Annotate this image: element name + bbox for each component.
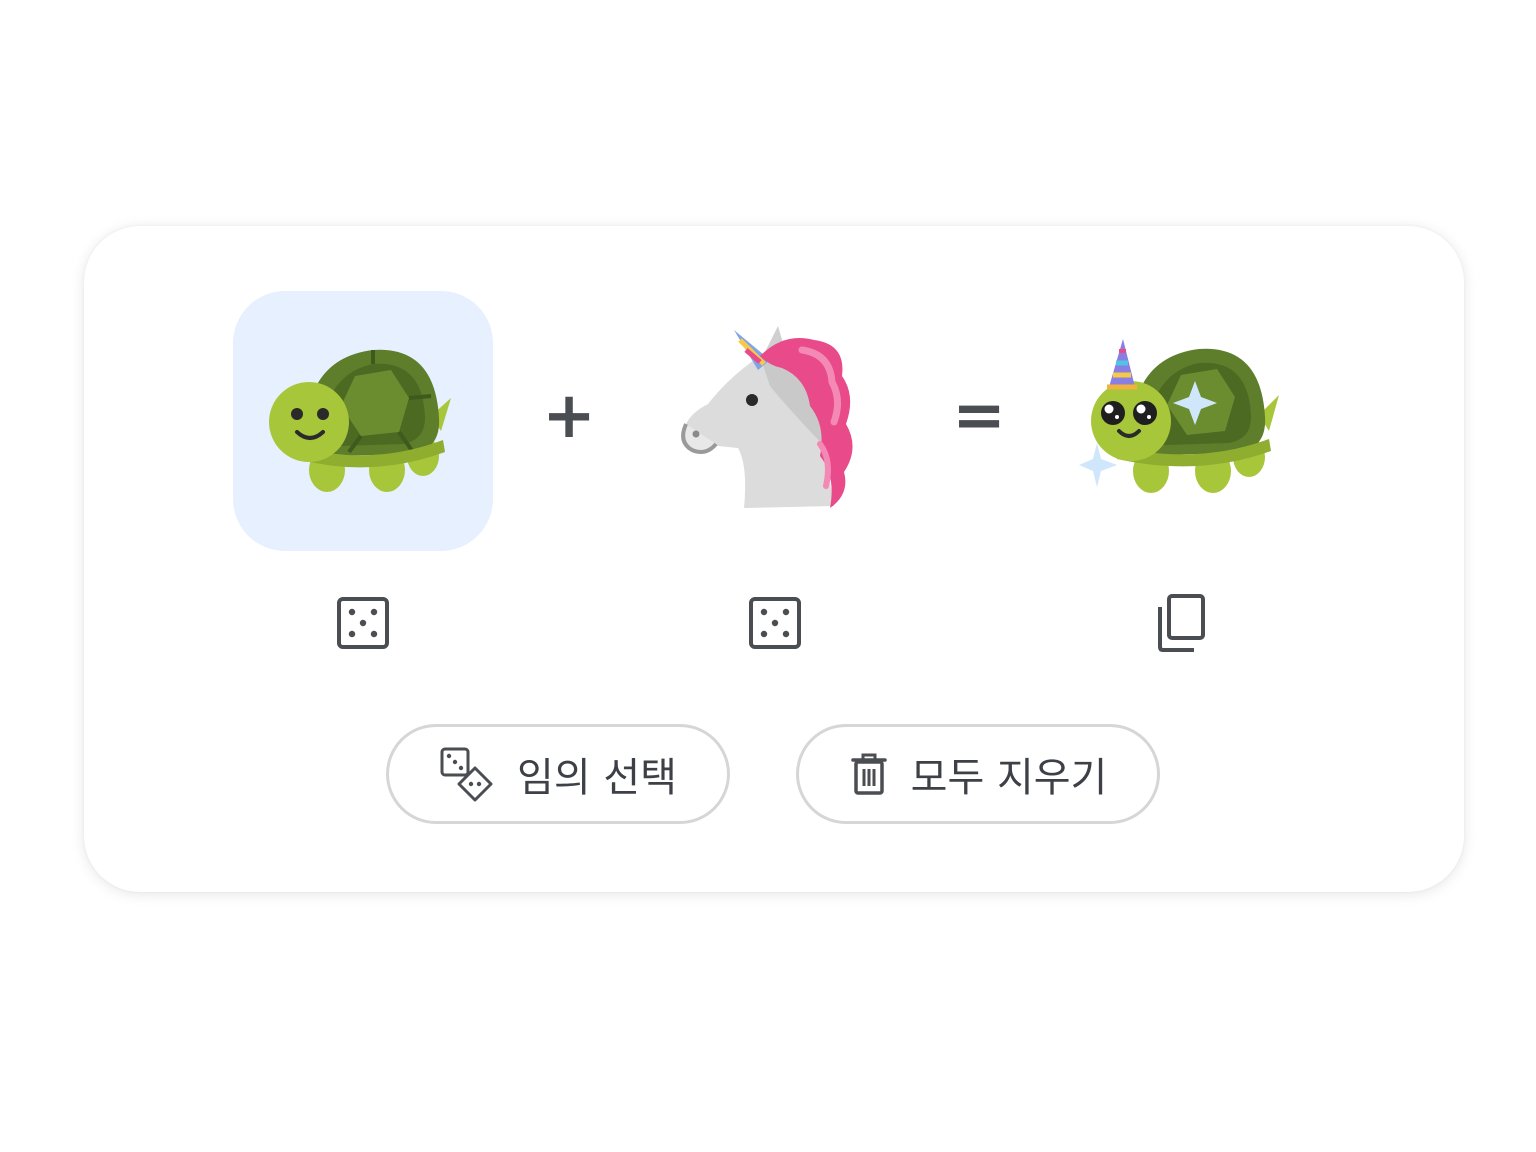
right-emoji-slot[interactable] <box>644 291 904 551</box>
clear-all-button[interactable]: 모두 지우기 <box>796 724 1160 824</box>
unicorn-emoji <box>681 326 853 508</box>
clear-all-label: 모두 지우기 <box>910 755 1108 801</box>
unicorn-turtle-emoji <box>1079 339 1279 493</box>
equals-operator: = <box>952 379 1006 453</box>
emoji-kitchen-card: + = 임의 선택 모두 지우기 <box>84 226 1464 892</box>
result-emoji-slot[interactable] <box>1054 291 1314 551</box>
dice-icon <box>749 597 801 649</box>
randomize-button[interactable]: 임의 선택 <box>386 724 730 824</box>
trash-icon <box>849 752 889 796</box>
left-emoji-slot[interactable] <box>233 291 493 551</box>
right-random-button[interactable] <box>743 591 807 655</box>
dice-pair-icon <box>439 746 495 802</box>
turtle-emoji <box>269 349 451 492</box>
left-random-button[interactable] <box>331 591 395 655</box>
plus-operator: + <box>542 379 596 453</box>
randomize-label: 임의 선택 <box>517 755 677 801</box>
dice-icon <box>337 597 389 649</box>
copy-result-button[interactable] <box>1148 591 1212 655</box>
copy-icon <box>1158 594 1205 652</box>
